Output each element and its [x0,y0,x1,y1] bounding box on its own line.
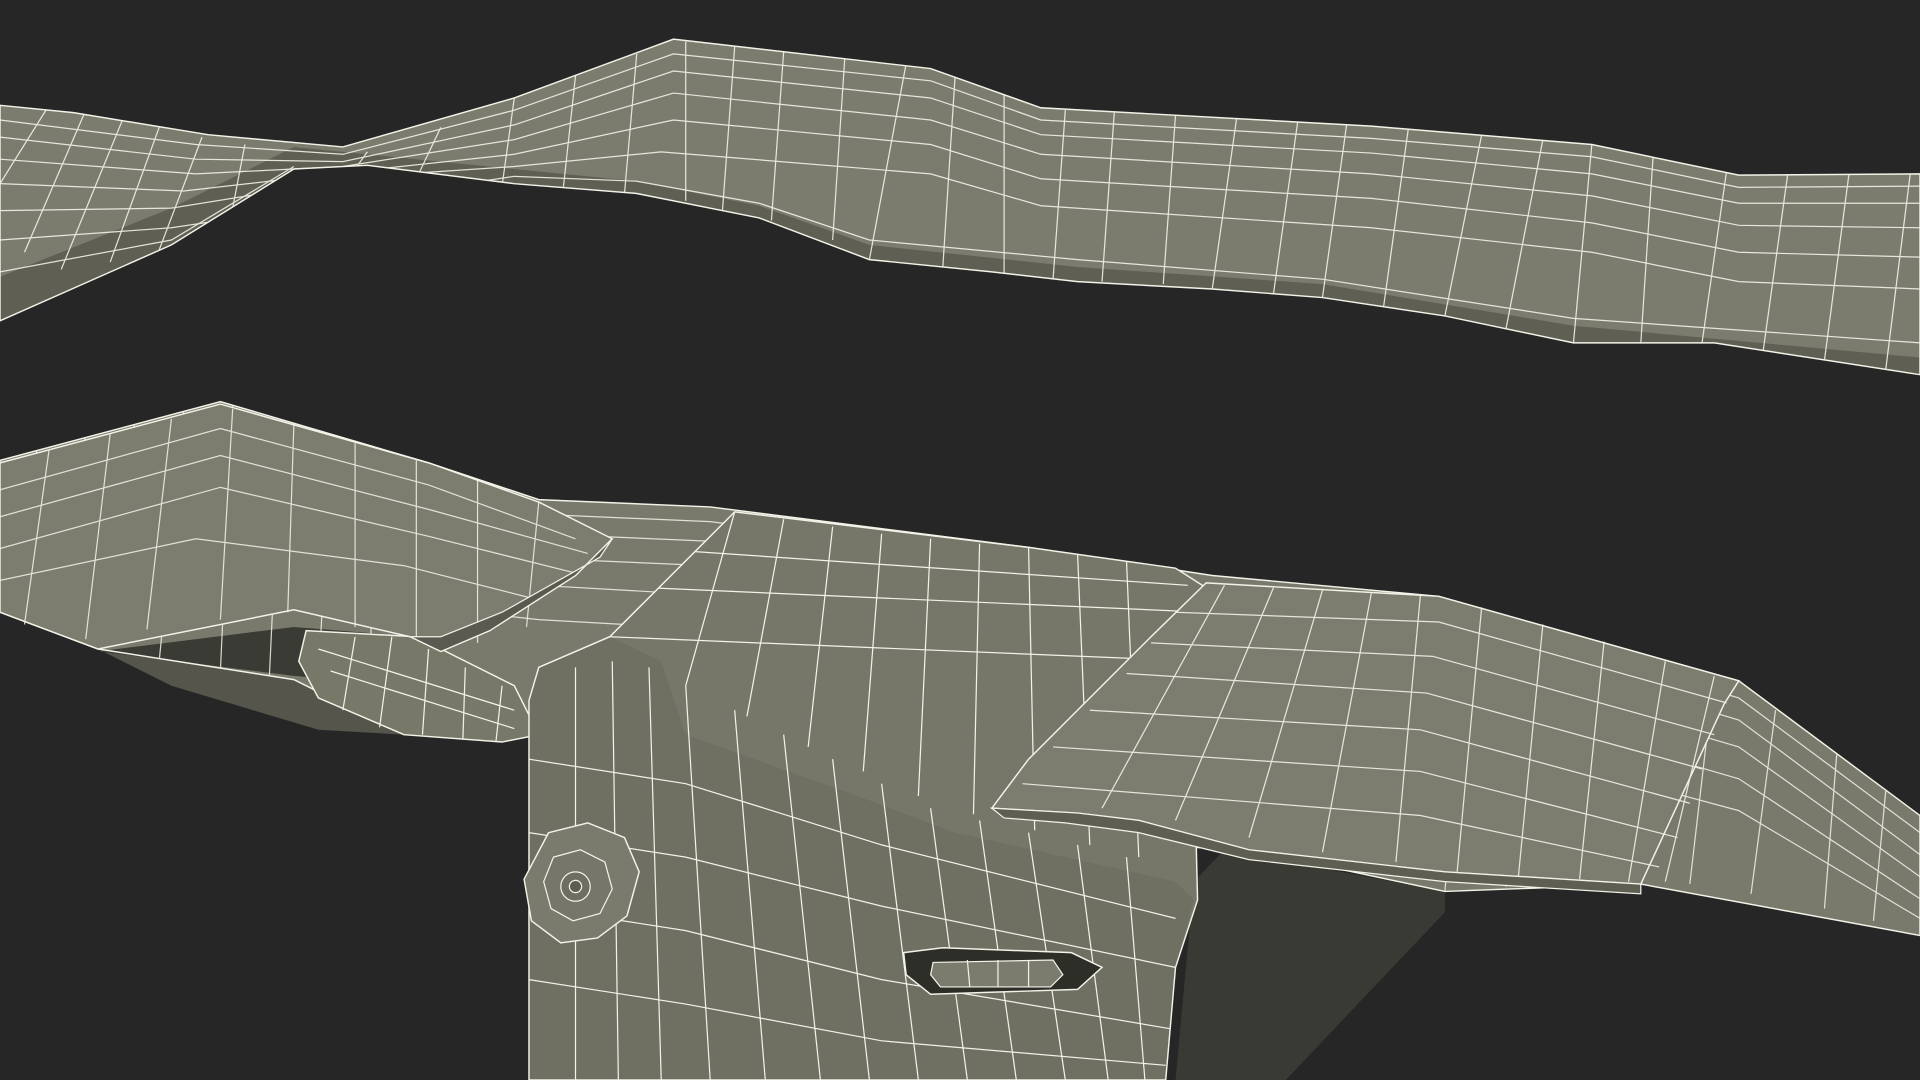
render-viewport [0,0,1920,1080]
wireframe-scene [0,38,1920,1080]
upper-strap [0,38,1920,376]
anchor-bolt-core [568,879,583,894]
release-button-tab [929,959,1064,988]
right-strap-gap-shadow [1175,849,1445,1080]
upper-strap-surface [0,39,1920,375]
